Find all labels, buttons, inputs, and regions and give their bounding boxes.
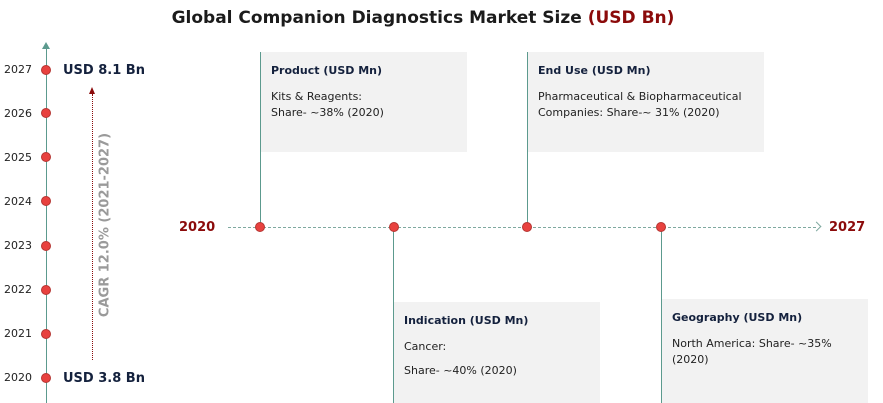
year-dot-2026 (41, 108, 51, 118)
product-card-line: Share- ~38% (2020) (271, 106, 384, 119)
product-card: Product (USD Mn) Kits & Reagents: Share-… (261, 52, 467, 152)
timeline-dot-product (255, 222, 265, 232)
end-use-card-line: Companies: Share-~ 31% (2020) (538, 106, 720, 119)
indication-card: Indication (USD Mn) Cancer: Share- ~40% … (394, 302, 600, 403)
year-axis-line (46, 48, 47, 403)
indication-card-line: Share- ~40% (2020) (404, 364, 517, 377)
timeline-dot-end-use (522, 222, 532, 232)
product-card-line: Kits & Reagents: (271, 90, 363, 103)
cagr-arrow-head-icon (89, 87, 95, 94)
year-label-2025: 2025 (4, 151, 32, 164)
product-card-title: Product (USD Mn) (271, 64, 383, 77)
year-label-2022: 2022 (4, 283, 32, 296)
timeline-start-year: 2020 (179, 220, 216, 235)
year-dot-2024 (41, 196, 51, 206)
title-text: Global Companion Diagnostics Market Size (171, 8, 582, 28)
year-axis-arrow-icon (42, 42, 50, 49)
timeline-dot-indication (389, 222, 399, 232)
cagr-label-text: CAGR (97, 276, 113, 318)
indication-card-line: Cancer: (404, 340, 447, 353)
title-unit: (USD Bn) (587, 8, 675, 28)
timeline-dot-geography (656, 222, 666, 232)
timeline-arrow-icon (811, 221, 822, 232)
cagr-label: CAGR 12.0% (2021-2027) (98, 133, 113, 317)
year-label-2024: 2024 (4, 195, 32, 208)
year-label-2026: 2026 (4, 107, 32, 120)
market-value-2020: USD 3.8 Bn (63, 371, 145, 386)
year-label-2021: 2021 (4, 327, 32, 340)
year-label-2020: 2020 (4, 371, 32, 384)
year-dot-2023 (41, 241, 51, 251)
year-dot-2025 (41, 152, 51, 162)
geography-card-line: (2020) (672, 353, 709, 366)
year-label-2027: 2027 (4, 63, 32, 76)
end-use-card: End Use (USD Mn) Pharmaceutical & Biopha… (528, 52, 764, 152)
year-dot-2027 (41, 65, 51, 75)
end-use-card-line: Pharmaceutical & Biopharmaceutical (538, 90, 742, 103)
year-dot-2021 (41, 329, 51, 339)
geography-card-line: North America: Share- ~35% (672, 337, 832, 350)
end-use-card-title: End Use (USD Mn) (538, 64, 651, 77)
chart-title: Global Companion Diagnostics Market Size… (0, 8, 846, 28)
year-label-2023: 2023 (4, 239, 32, 252)
indication-card-title: Indication (USD Mn) (404, 314, 529, 327)
geography-card: Geography (USD Mn) North America: Share-… (662, 299, 868, 403)
market-value-2027: USD 8.1 Bn (63, 63, 145, 78)
year-dot-2020 (41, 373, 51, 383)
timeline-end-year: 2027 (829, 220, 866, 235)
year-dot-2022 (41, 285, 51, 295)
cagr-value: 12.0% (97, 227, 113, 273)
indication-card-line (404, 355, 590, 363)
cagr-arrow-line (92, 94, 93, 360)
cagr-period: (2021-2027) (97, 132, 113, 223)
geography-card-title: Geography (USD Mn) (672, 311, 803, 324)
